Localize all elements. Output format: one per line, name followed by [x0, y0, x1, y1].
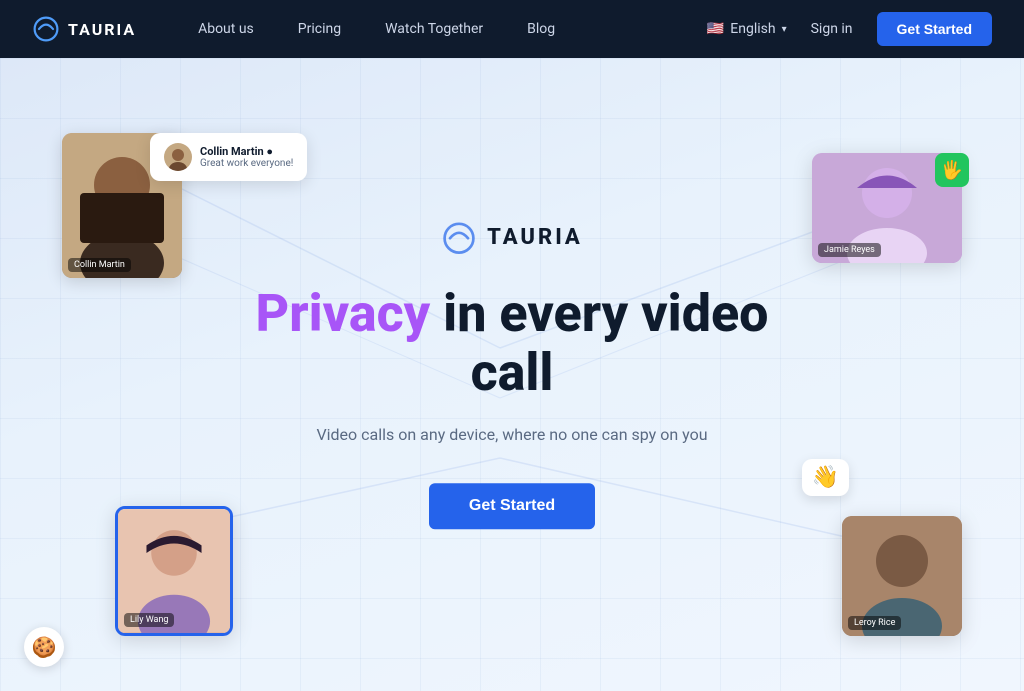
hero-get-started-button[interactable]: Get Started: [429, 483, 595, 529]
bubble-text: Collin Martin ● Great work everyone!: [200, 145, 293, 169]
comment-bubble: Collin Martin ● Great work everyone!: [150, 133, 307, 181]
nav-link-watch-together[interactable]: Watch Together: [363, 21, 505, 37]
hero-headline: Privacy in every video call: [212, 284, 812, 404]
bubble-message: Great work everyone!: [200, 158, 293, 169]
hero-brand: TAURIA: [212, 220, 812, 256]
headline-privacy-word: Privacy: [256, 283, 431, 344]
hero-center-content: TAURIA Privacy in every video call Video…: [212, 220, 812, 530]
hero-subtext: Video calls on any device, where no one …: [212, 423, 812, 447]
lang-flag: 🇺🇸: [707, 21, 724, 37]
nav-right: 🇺🇸 English ▾ Sign in Get Started: [707, 12, 992, 46]
collin-name-tag: Collin Martin: [68, 258, 131, 272]
nav-link-blog[interactable]: Blog: [505, 21, 577, 37]
navbar: TAURIA About us Pricing Watch Together B…: [0, 0, 1024, 58]
leroy-name-tag: Leroy Rice: [848, 616, 901, 630]
video-card-leroy: Leroy Rice: [842, 516, 962, 636]
nav-link-pricing[interactable]: Pricing: [276, 21, 363, 37]
bubble-avatar: [164, 143, 192, 171]
language-selector[interactable]: 🇺🇸 English ▾: [707, 21, 787, 37]
tauria-logo-icon: [32, 15, 60, 43]
chevron-down-icon: ▾: [782, 24, 787, 35]
raise-hand-badge: 🖐️: [935, 153, 969, 187]
bubble-user-name: Collin Martin ●: [200, 145, 293, 158]
wave-emoji-badge: 👋: [802, 459, 849, 496]
lang-label: English: [730, 21, 775, 37]
hero-section: Collin Martin ● Great work everyone! Col…: [0, 58, 1024, 691]
signin-link[interactable]: Sign in: [803, 21, 861, 37]
leroy-avatar: Leroy Rice: [842, 516, 962, 636]
nav-link-about[interactable]: About us: [176, 21, 276, 37]
jamie-name-tag: Jamie Reyes: [818, 243, 881, 257]
headline-rest: in every video call: [430, 283, 768, 404]
lily-name-tag: Lily Wang: [124, 613, 174, 627]
hand-icon: 🖐️: [941, 160, 963, 181]
nav-logo-text: TAURIA: [68, 20, 136, 39]
bubble-avatar-icon: [164, 143, 192, 171]
nav-get-started-button[interactable]: Get Started: [877, 12, 992, 46]
nav-links: About us Pricing Watch Together Blog: [176, 21, 707, 37]
hero-brand-icon: [441, 220, 477, 256]
cookie-button[interactable]: 🍪: [24, 627, 64, 667]
hero-brand-text: TAURIA: [487, 225, 583, 250]
nav-logo[interactable]: TAURIA: [32, 15, 136, 43]
